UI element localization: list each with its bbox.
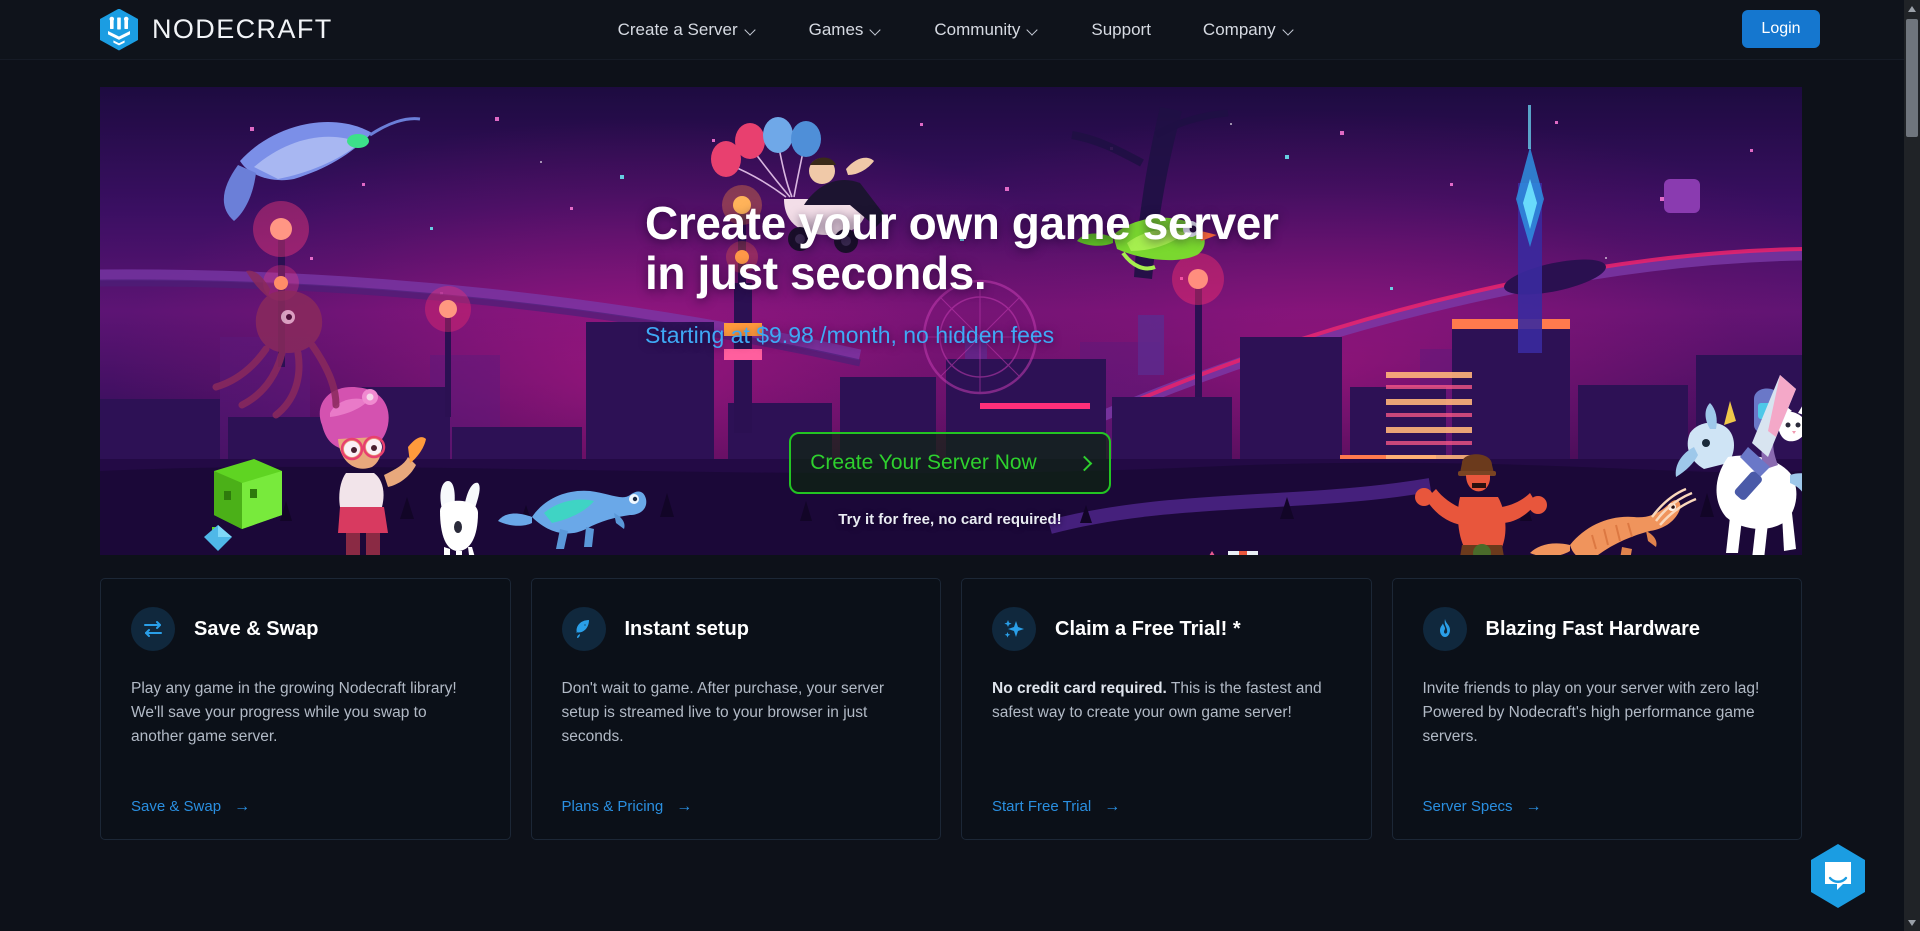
card-title: Claim a Free Trial! * — [1055, 617, 1241, 640]
chevron-down-icon — [871, 26, 882, 33]
arrow-right-icon: → — [676, 797, 693, 815]
hero-title-line-2: in just seconds. — [645, 246, 987, 299]
feature-cards: Save & Swap Play any game in the growing… — [100, 578, 1802, 840]
chevron-down-icon — [1028, 26, 1039, 33]
arrow-right-icon: → — [1104, 797, 1121, 815]
card-header: Blazing Fast Hardware — [1422, 607, 1772, 651]
flame-icon — [1422, 607, 1467, 651]
card-link-label: Save & Swap — [131, 798, 222, 815]
card-header: Save & Swap — [131, 607, 480, 651]
nav-label: Support — [1091, 19, 1151, 39]
hero-cta-group: Create Your Server Now Try it for free, … — [789, 432, 1111, 528]
card-link-server-specs[interactable]: Server Specs → — [1423, 798, 1542, 815]
card-title: Save & Swap — [194, 617, 319, 640]
scroll-up-arrow-icon[interactable] — [1904, 0, 1920, 17]
arrow-right-icon: → — [234, 797, 251, 815]
nav-item-company[interactable]: Company — [1203, 20, 1295, 40]
card-link-save-and-swap[interactable]: Save & Swap → — [131, 798, 250, 815]
feature-card-instant-setup: Instant setup Don't wait to game. After … — [530, 578, 941, 840]
chat-widget-button[interactable] — [1808, 843, 1868, 909]
nav-item-community[interactable]: Community — [934, 20, 1039, 40]
hero-title-line-1: Create your own game server — [645, 197, 1279, 249]
page-title: Create your own game server in just seco… — [645, 197, 1345, 299]
arrow-right-icon: → — [1525, 797, 1542, 815]
feature-card-save-and-swap: Save & Swap Play any game in the growing… — [100, 578, 511, 840]
rocket-icon — [561, 607, 606, 651]
hero-copy: Create your own game server in just seco… — [645, 197, 1345, 349]
intercom-chat-bubble-icon — [1811, 844, 1865, 908]
nav-item-create-a-server[interactable]: Create a Server — [618, 20, 757, 40]
brand-logo[interactable]: NODECRAFT — [100, 0, 333, 59]
main-navigation: Create a Server Games Community Support … — [618, 20, 1295, 40]
card-body: No credit card required. This is the fas… — [992, 677, 1341, 725]
create-your-server-now-button[interactable]: Create Your Server Now — [789, 432, 1111, 494]
cta-note: Try it for free, no card required! — [838, 511, 1062, 528]
card-header: Claim a Free Trial! * — [992, 607, 1341, 651]
hero-subtitle: Starting at $9.98 /month, no hidden fees — [645, 322, 1055, 349]
card-body: Don't wait to game. After purchase, your… — [561, 680, 885, 746]
card-body: Invite friends to play on your server wi… — [1422, 680, 1760, 746]
scrollbar-thumb[interactable] — [1906, 19, 1918, 137]
sparkles-icon — [992, 607, 1036, 651]
card-header: Instant setup — [561, 607, 911, 651]
feature-card-free-trial: Claim a Free Trial! * No credit card req… — [961, 578, 1372, 840]
feature-card-blazing-fast-hardware: Blazing Fast Hardware Invite friends to … — [1391, 578, 1802, 840]
cta-label: Create Your Server Now — [810, 451, 1037, 474]
chevron-down-icon — [1284, 26, 1295, 33]
nav-item-games[interactable]: Games — [809, 20, 883, 40]
scroll-down-arrow-icon[interactable] — [1904, 914, 1920, 931]
swap-arrows-icon — [131, 607, 175, 651]
card-link-start-free-trial[interactable]: Start Free Trial → — [992, 798, 1120, 815]
card-title: Instant setup — [624, 617, 749, 640]
nav-label: Games — [808, 19, 864, 39]
card-link-label: Start Free Trial — [992, 798, 1092, 815]
card-link-label: Plans & Pricing — [561, 798, 664, 815]
site-header: NODECRAFT Create a Server Games Communit… — [0, 0, 1904, 60]
page-scrollbar[interactable] — [1904, 0, 1920, 931]
nav-label: Company — [1202, 19, 1276, 39]
chevron-right-icon — [1076, 455, 1092, 471]
login-button[interactable]: Login — [1742, 10, 1820, 48]
card-link-plans-and-pricing[interactable]: Plans & Pricing → — [562, 798, 693, 815]
card-body-lead: No credit card required. — [992, 680, 1167, 697]
nodecraft-hex-logo-icon — [100, 8, 138, 51]
chevron-down-icon — [746, 26, 757, 33]
nav-label: Community — [934, 19, 1021, 39]
nav-label: Create a Server — [617, 19, 738, 39]
brand-name: NODECRAFT — [152, 14, 333, 44]
card-title: Blazing Fast Hardware — [1485, 617, 1701, 640]
card-body: Play any game in the growing Nodecraft l… — [131, 680, 457, 746]
card-link-label: Server Specs — [1422, 798, 1513, 815]
nav-item-support[interactable]: Support — [1091, 20, 1151, 40]
